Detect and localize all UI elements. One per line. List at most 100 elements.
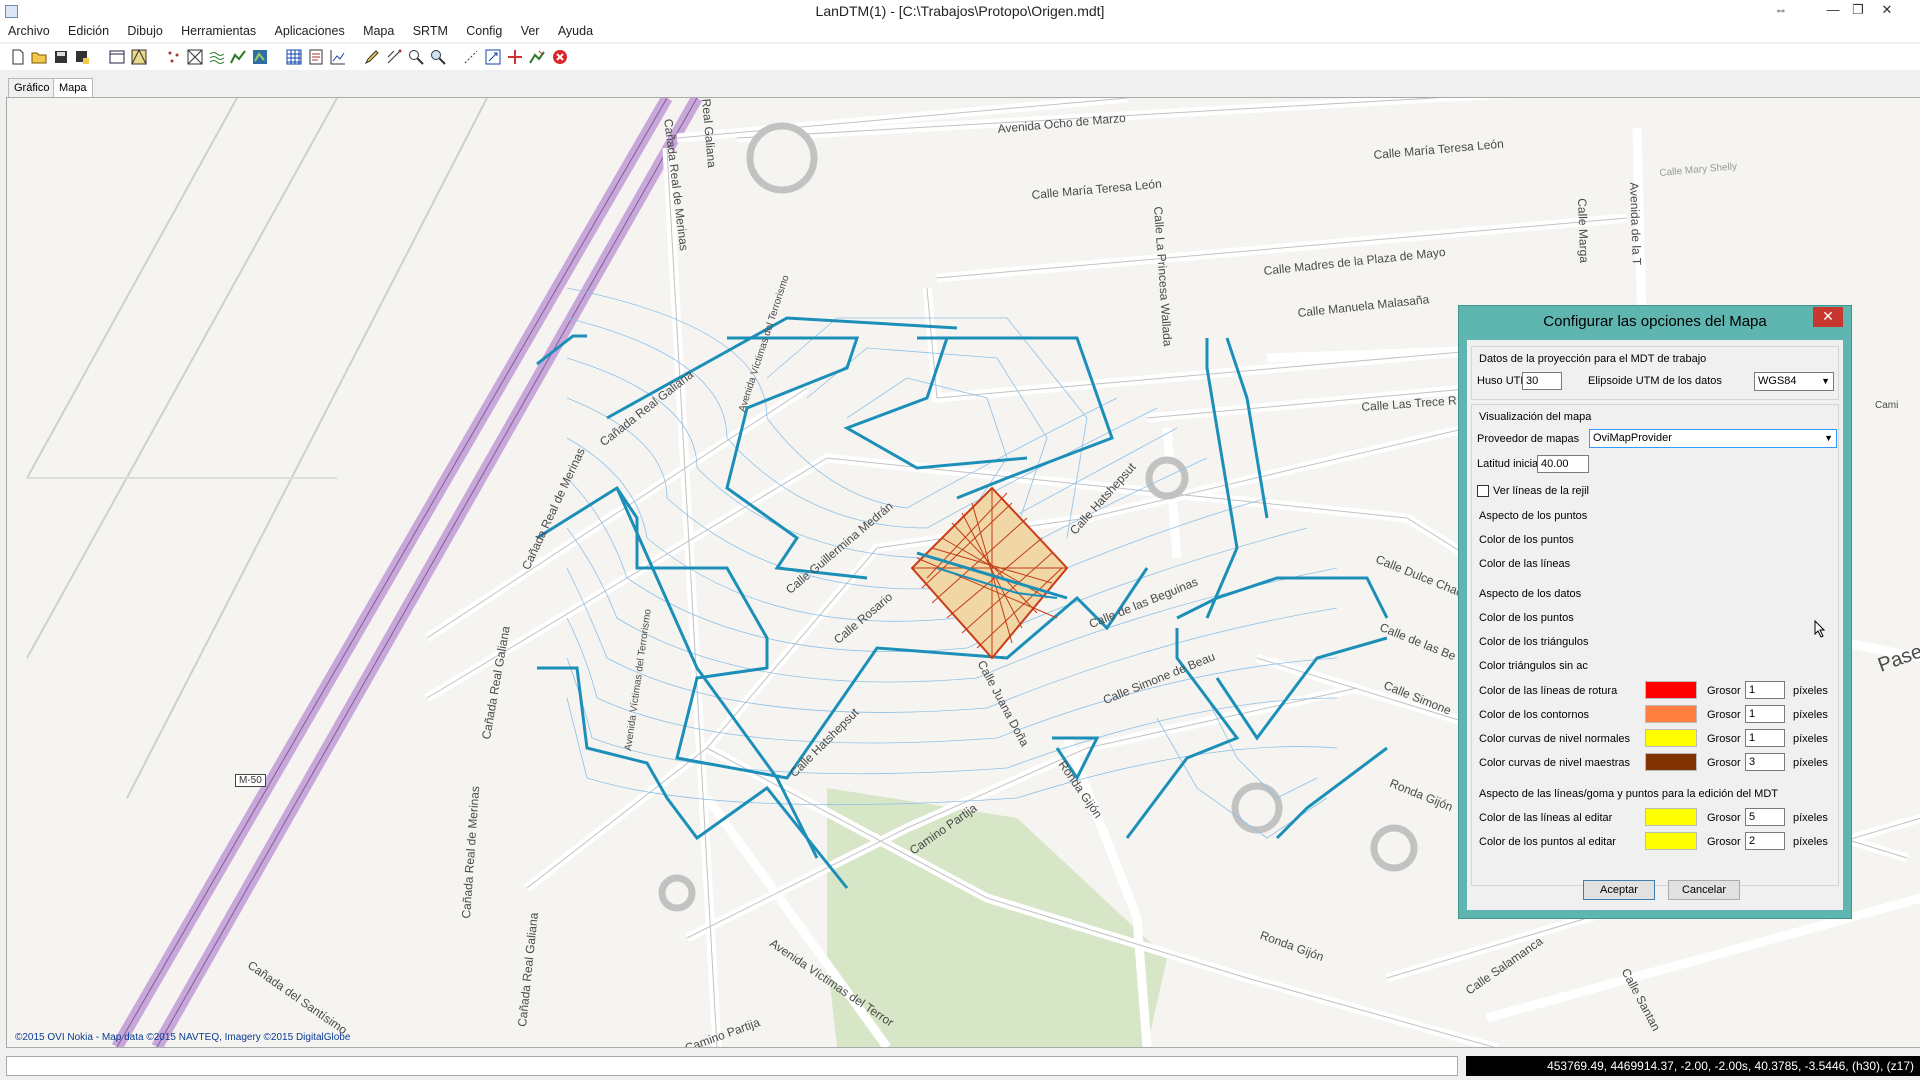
menu-mapa[interactable]: Mapa <box>355 22 401 38</box>
save-as-icon[interactable] <box>74 49 90 65</box>
triangle-no-color-label: Color triángulos sin ac <box>1479 660 1588 672</box>
mouse-cursor-icon <box>1814 620 1826 638</box>
lat-input[interactable]: 40.00 <box>1537 455 1589 473</box>
zoom-window-icon[interactable] <box>408 49 424 65</box>
grid-checkbox[interactable] <box>1477 485 1489 497</box>
grosor-label: Grosor <box>1707 709 1741 721</box>
normal-curve-color-swatch[interactable] <box>1645 729 1697 747</box>
crosshair-icon[interactable] <box>507 49 523 65</box>
menu-aplicaciones[interactable]: Aplicaciones <box>267 22 352 38</box>
dialog-body: Datos de la proyección para el MDT de tr… <box>1467 340 1843 910</box>
street-label: Avenida de la T <box>1627 182 1644 266</box>
edit-line-color-label: Color de las líneas al editar <box>1479 812 1613 824</box>
stop-icon[interactable] <box>552 49 568 65</box>
master-curve-color-swatch[interactable] <box>1645 753 1697 771</box>
provider-value: OviMapProvider <box>1593 432 1672 444</box>
edit-point-color-swatch[interactable] <box>1645 832 1697 850</box>
contour-grosor-input[interactable]: 1 <box>1745 705 1785 723</box>
menu-dibujo[interactable]: Dibujo <box>119 22 169 38</box>
contour-color-swatch[interactable] <box>1645 705 1697 723</box>
pencil-icon[interactable] <box>364 49 380 65</box>
new-file-icon[interactable] <box>10 49 26 65</box>
cancel-button[interactable]: Cancelar <box>1668 880 1740 900</box>
road-badge: M-50 <box>235 774 266 787</box>
points-aspect-title: Aspecto de los puntos <box>1479 510 1588 522</box>
edit-line-color-swatch[interactable] <box>1645 808 1697 826</box>
projection-section-title: Datos de la proyección para el MDT de tr… <box>1479 353 1707 365</box>
data-aspect-title: Aspecto de los datos <box>1479 588 1582 600</box>
dialog-title: Configurar las opciones del Mapa <box>1543 313 1767 330</box>
points-cloud-icon[interactable] <box>166 49 182 65</box>
grosor-label: Grosor <box>1707 685 1741 697</box>
breakline-color-label: Color de las líneas de rotura <box>1479 685 1618 697</box>
tab-grafico[interactable]: Gráfico <box>8 78 56 97</box>
pixels-unit: píxeles <box>1793 733 1828 745</box>
open-folder-icon[interactable] <box>31 49 47 65</box>
menu-archivo[interactable]: Archivo <box>0 22 57 38</box>
edit-lines-icon[interactable] <box>386 49 402 65</box>
ellipsoid-select[interactable]: WGS84 ▼ <box>1754 372 1834 391</box>
menu-edicion[interactable]: Edición <box>60 22 116 38</box>
street-label: Calle Marga <box>1575 198 1592 264</box>
edit-line-grosor-input[interactable]: 5 <box>1745 808 1785 826</box>
contours-icon[interactable] <box>209 49 225 65</box>
grid-label: Ver líneas de la rejil <box>1493 485 1589 497</box>
lat-label: Latitud inicial <box>1477 458 1541 470</box>
pixels-unit: píxeles <box>1793 812 1828 824</box>
accept-button[interactable]: Aceptar <box>1583 880 1655 900</box>
measure-icon[interactable] <box>463 49 479 65</box>
grosor-label: Grosor <box>1707 812 1741 824</box>
triangle-color-label: Color de los triángulos <box>1479 636 1589 648</box>
breakline-grosor-input[interactable]: 1 <box>1745 681 1785 699</box>
contour-color-label: Color de los contornos <box>1479 709 1590 721</box>
menu-ver[interactable]: Ver <box>513 22 547 38</box>
line-color-label: Color de las líneas <box>1479 558 1571 570</box>
mesh-icon[interactable] <box>187 49 203 65</box>
normal-curve-color-label: Color curvas de nivel normales <box>1479 733 1631 745</box>
triangulate-icon[interactable] <box>131 49 147 65</box>
chevron-down-icon: ▼ <box>1821 376 1830 386</box>
master-curve-grosor-input[interactable]: 3 <box>1745 753 1785 771</box>
edit-section-title: Aspecto de las líneas/goma y puntos para… <box>1479 788 1778 800</box>
chevron-down-icon: ▼ <box>1824 433 1833 443</box>
points-window-icon[interactable] <box>109 49 125 65</box>
terrain-edit-icon[interactable] <box>529 49 545 65</box>
normal-curve-grosor-input[interactable]: 1 <box>1745 729 1785 747</box>
grosor-label: Grosor <box>1707 733 1741 745</box>
restore-arrows-icon[interactable]: ⇔ <box>1766 0 1796 22</box>
map-options-dialog: Configurar las opciones del Mapa ✕ Datos… <box>1458 305 1852 919</box>
maximize-button[interactable]: ❐ <box>1843 0 1873 22</box>
zoom-extents-icon[interactable] <box>485 49 501 65</box>
master-curve-color-label: Color curvas de nivel maestras <box>1479 757 1631 769</box>
grid-icon[interactable] <box>286 49 302 65</box>
menu-herramientas[interactable]: Herramientas <box>173 22 263 38</box>
point-color-label: Color de los puntos <box>1479 534 1574 546</box>
tab-mapa[interactable]: Mapa <box>53 78 93 98</box>
huso-input[interactable]: 30 <box>1522 372 1562 390</box>
breakline-color-swatch[interactable] <box>1645 681 1697 699</box>
window-title: LanDTM(1) - [C:\Trabajos\Protopo\Origen.… <box>815 3 1105 19</box>
edit-point-grosor-input[interactable]: 2 <box>1745 832 1785 850</box>
menu-ayuda[interactable]: Ayuda <box>550 22 600 38</box>
ellipsoid-label: Elipsoide UTM de los datos <box>1588 375 1722 387</box>
chart-icon[interactable] <box>330 49 346 65</box>
menu-srtm[interactable]: SRTM <box>405 22 455 38</box>
profile-icon[interactable] <box>230 49 246 65</box>
data-point-color-label: Color de los puntos <box>1479 612 1574 624</box>
map-view-icon[interactable] <box>252 49 268 65</box>
edit-point-color-label: Color de los puntos al editar <box>1479 836 1616 848</box>
dialog-close-button[interactable]: ✕ <box>1813 307 1843 327</box>
toolbar <box>0 44 1920 70</box>
report-icon[interactable] <box>308 49 324 65</box>
provider-select[interactable]: OviMapProvider ▼ <box>1589 429 1837 448</box>
close-window-button[interactable]: ✕ <box>1872 0 1902 22</box>
pixels-unit: píxeles <box>1793 757 1828 769</box>
street-label: Cami <box>1875 400 1899 411</box>
coordinates-readout: 453769.49, 4469914.37, -2.00, -2.00s, 40… <box>1466 1056 1920 1076</box>
map-copyright: ©2015 OVI Nokia - Map data ©2015 NAVTEQ,… <box>15 1032 351 1043</box>
menu-config[interactable]: Config <box>458 22 509 38</box>
zoom-icon[interactable] <box>430 49 446 65</box>
title-bar: LanDTM(1) - [C:\Trabajos\Protopo\Origen.… <box>0 0 1920 23</box>
save-icon[interactable] <box>53 49 69 65</box>
menu-bar: Archivo Edición Dibujo Herramientas Apli… <box>0 22 1920 42</box>
